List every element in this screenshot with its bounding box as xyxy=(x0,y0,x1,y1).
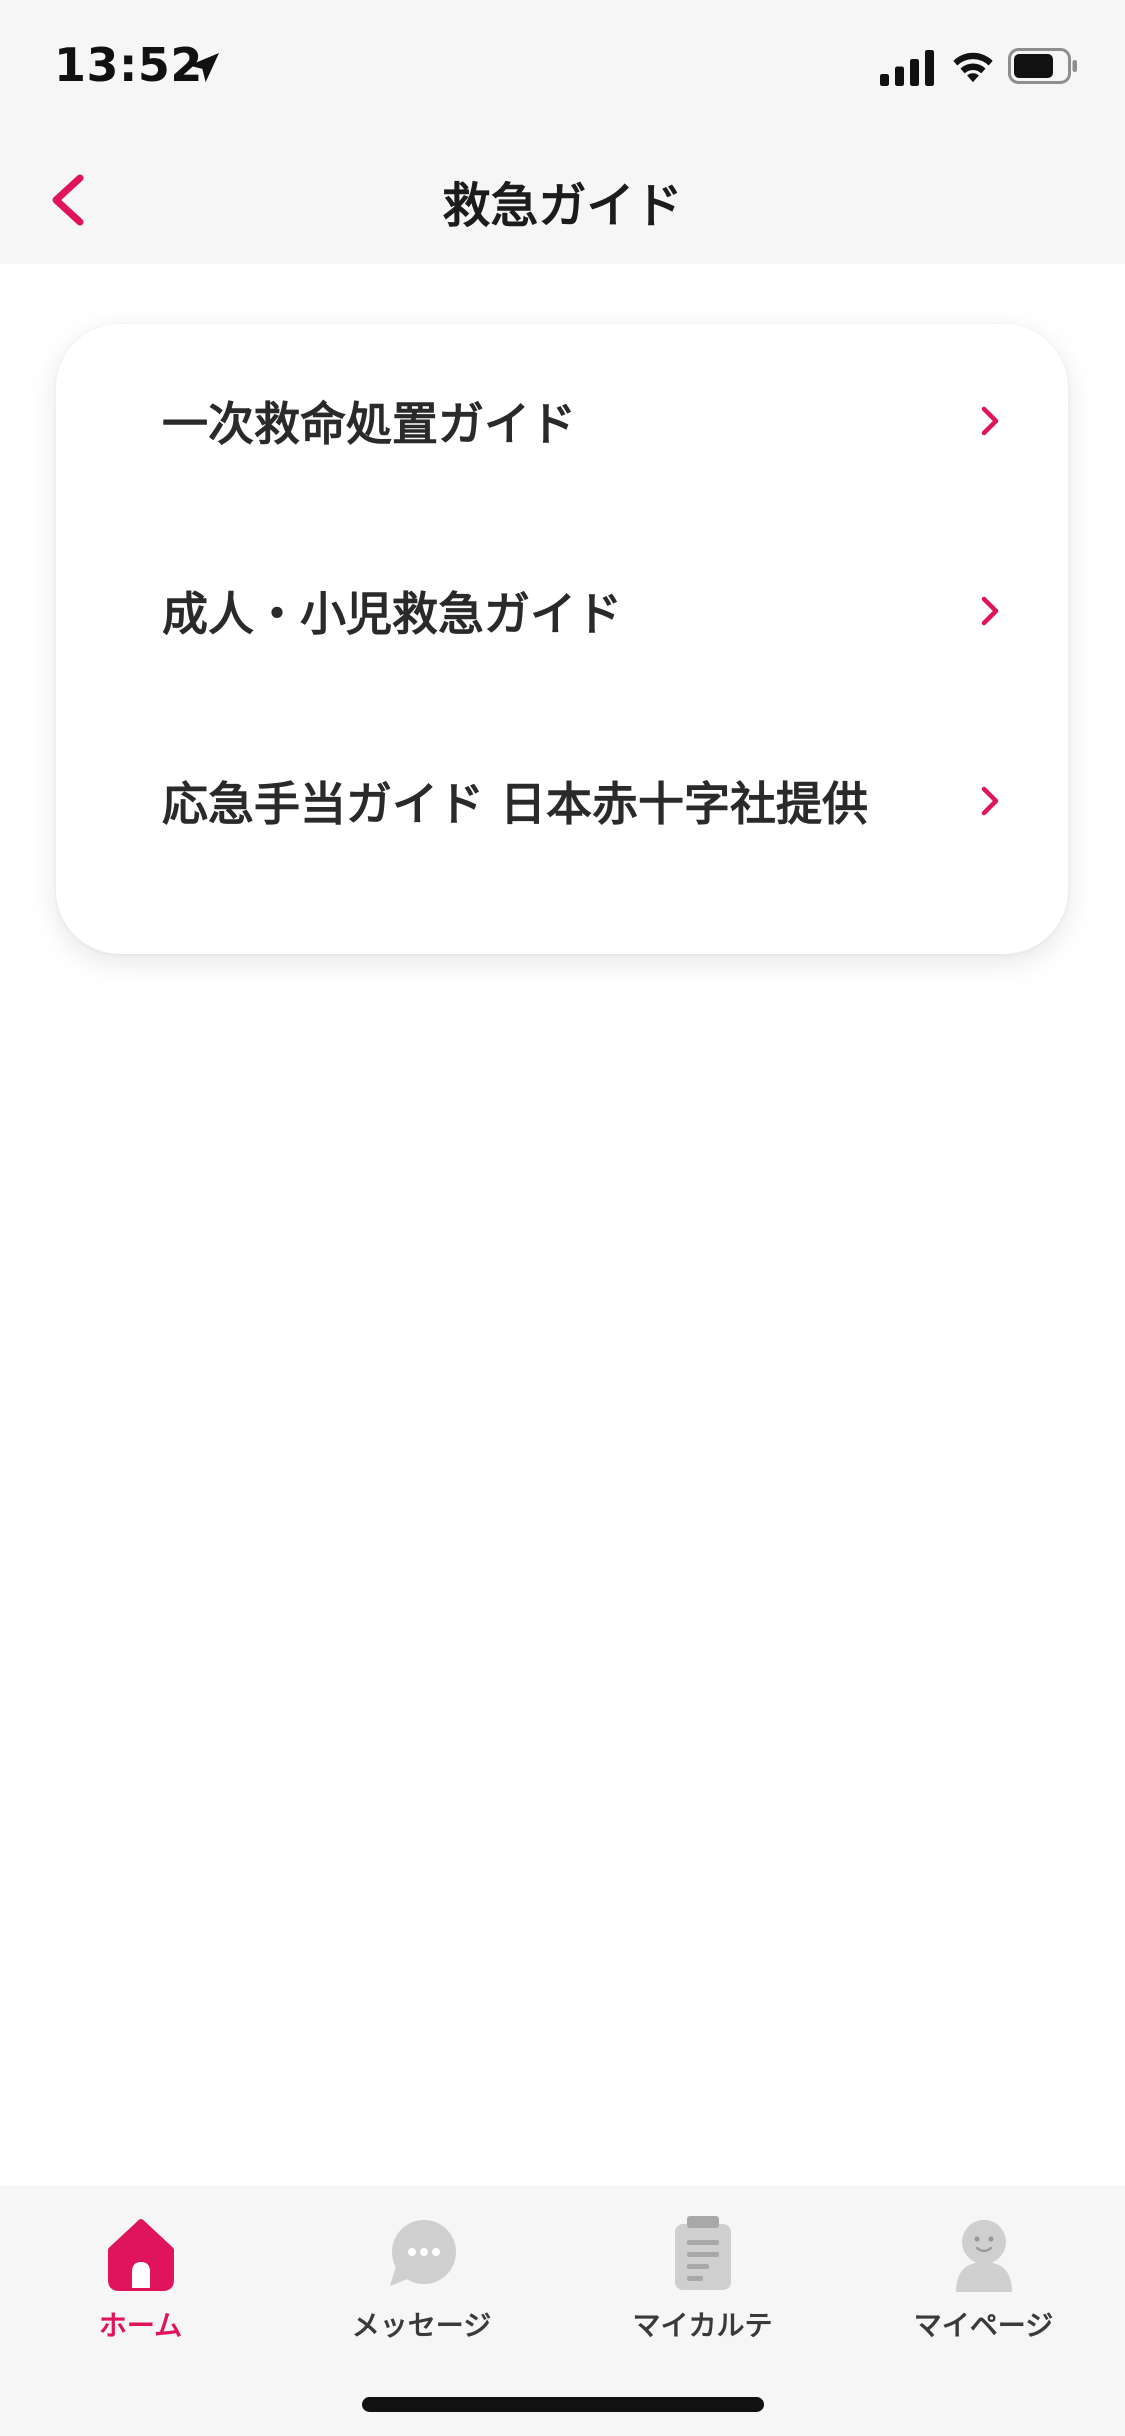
status-time: 13:52 xyxy=(54,38,203,92)
page-title: 救急ガイド xyxy=(442,178,683,234)
home-icon xyxy=(107,2219,174,2291)
menu-item-first-aid-guide[interactable]: 応急手当ガイド 日本赤十字社提供 xyxy=(56,706,1068,896)
home-indicator xyxy=(362,2397,764,2412)
battery-icon xyxy=(1008,48,1077,84)
tab-messages[interactable]: メッセージ xyxy=(281,2216,562,2356)
location-arrow-icon xyxy=(189,53,219,83)
chat-bubble-icon xyxy=(389,2220,456,2286)
top-bar: 13:52 救急ガイド xyxy=(0,0,1125,264)
tab-label: ホーム xyxy=(98,2309,183,2342)
menu-item-bls-guide[interactable]: 一次救命処置ガイド xyxy=(56,326,1068,516)
cellular-signal-icon xyxy=(880,50,934,86)
clipboard-icon xyxy=(674,2216,731,2290)
tab-my-page[interactable]: マイページ xyxy=(843,2216,1124,2356)
tab-home[interactable]: ホーム xyxy=(0,2216,281,2356)
guide-menu-card: 一次救命処置ガイド 成人・小児救急ガイド 応急手当ガイド 日本赤十字社提供 xyxy=(56,324,1068,954)
menu-item-adult-child-emergency-guide[interactable]: 成人・小児救急ガイド xyxy=(56,516,1068,706)
chevron-right-icon xyxy=(981,786,999,816)
chevron-right-icon xyxy=(981,596,999,626)
chevron-right-icon xyxy=(981,406,999,436)
tab-label: マイページ xyxy=(913,2309,1054,2342)
tab-label: メッセージ xyxy=(351,2309,492,2342)
person-icon xyxy=(955,2220,1012,2292)
menu-item-label: 応急手当ガイド 日本赤十字社提供 xyxy=(162,777,869,831)
wifi-icon xyxy=(953,52,993,83)
tab-label: マイカルテ xyxy=(632,2309,773,2342)
tab-my-chart[interactable]: マイカルテ xyxy=(562,2216,843,2356)
menu-item-label: 成人・小児救急ガイド xyxy=(162,587,622,641)
screen: 13:52 救急ガイド 一次救命処置ガイド 成人・小児救急ガイド 応急手当ガイド… xyxy=(0,0,1125,2436)
menu-item-label: 一次救命処置ガイド xyxy=(162,397,576,451)
